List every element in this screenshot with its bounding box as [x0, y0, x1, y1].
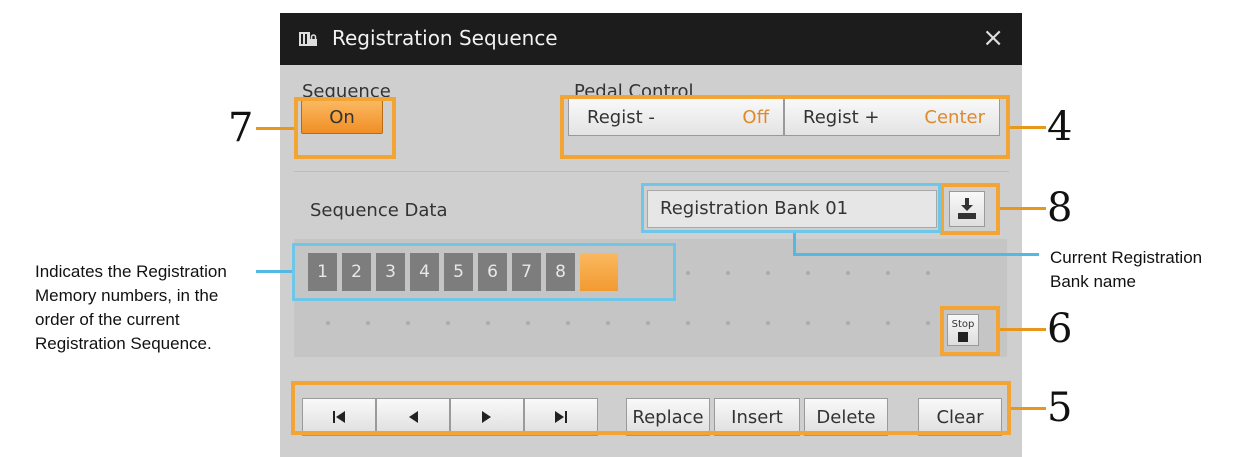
- highlight-save: [940, 183, 1000, 235]
- memory-note-line-3: order of the current: [35, 310, 180, 329]
- highlight-bank-name: [641, 183, 941, 233]
- window-title: Registration Sequence: [332, 26, 558, 50]
- callout-7-line: [256, 127, 294, 130]
- section-divider: [294, 171, 1009, 172]
- callout-5: 5: [1047, 385, 1073, 431]
- callout-8: 8: [1047, 185, 1073, 231]
- memory-note-line-1: Indicates the Registration: [35, 262, 227, 281]
- registration-lock-icon: [299, 32, 317, 46]
- bank-note-line-h: [793, 253, 1039, 256]
- callout-5-line: [1011, 407, 1046, 410]
- highlight-memory-numbers: [292, 243, 676, 301]
- memory-note-line: [256, 270, 292, 273]
- memory-note-line-4: Registration Sequence.: [35, 334, 212, 353]
- bank-name-note: Current Registration Bank name: [1050, 246, 1250, 294]
- callout-8-line: [1000, 207, 1046, 210]
- callout-6-line: [1000, 328, 1046, 331]
- highlight-sequence: [294, 97, 396, 159]
- bank-note-line-v: [793, 233, 796, 255]
- callout-7: 7: [228, 105, 254, 151]
- sequence-dots-bottom: [294, 321, 1007, 327]
- sequence-data-label: Sequence Data: [310, 200, 448, 221]
- callout-6: 6: [1047, 306, 1073, 352]
- highlight-stop: [940, 306, 1000, 356]
- memory-note-line-2: Memory numbers, in the: [35, 286, 219, 305]
- title-bar: Registration Sequence ×: [280, 13, 1022, 65]
- close-icon[interactable]: ×: [982, 23, 1004, 53]
- bank-note-line-2: Bank name: [1050, 272, 1136, 291]
- highlight-action-bar: [291, 381, 1011, 435]
- callout-4: 4: [1047, 104, 1073, 150]
- highlight-pedal-control: [560, 95, 1010, 159]
- memory-numbers-note: Indicates the Registration Memory number…: [35, 260, 260, 356]
- bank-note-line-1: Current Registration: [1050, 248, 1203, 267]
- callout-4-line: [1010, 126, 1046, 129]
